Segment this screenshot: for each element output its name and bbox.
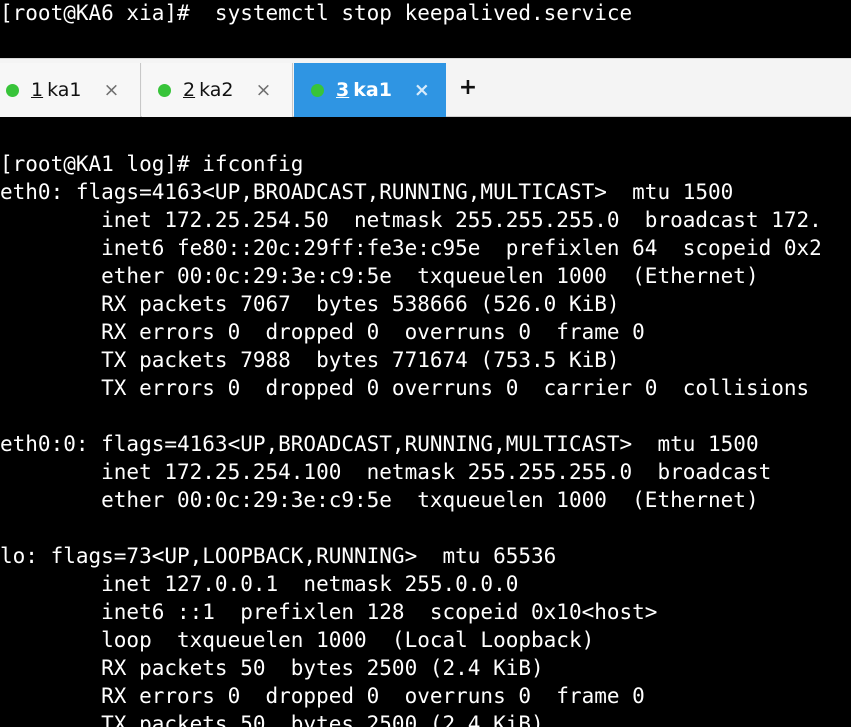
terminal-line: inet6 fe80::20c:29ff:fe3e:c95e prefixlen… bbox=[0, 236, 822, 260]
close-tab-icon[interactable]: × bbox=[414, 79, 430, 101]
terminal-line: eth0:0: flags=4163<UP,BROADCAST,RUNNING,… bbox=[0, 432, 759, 456]
session-tab-1[interactable]: 1 ka1 × bbox=[0, 63, 141, 117]
session-tab-3-active[interactable]: 3 ka1 × bbox=[294, 63, 446, 117]
terminal-line: inet 172.25.254.50 netmask 255.255.255.0… bbox=[0, 208, 822, 232]
terminal-line: RX packets 7067 bytes 538666 (526.0 KiB) bbox=[0, 292, 620, 316]
session-tab-label: ka1 bbox=[47, 79, 82, 101]
terminal-line: TX packets 7988 bytes 771674 (753.5 KiB) bbox=[0, 348, 620, 372]
connected-status-dot-icon bbox=[6, 83, 19, 97]
terminal-line: ether 00:0c:29:3e:c9:5e txqueuelen 1000 … bbox=[0, 488, 759, 512]
close-tab-icon[interactable]: × bbox=[256, 79, 272, 101]
background-terminal-prompt-line: [root@KA6 xia]# systemctl stop keepalive… bbox=[0, 1, 633, 25]
session-tab-label: ka2 bbox=[199, 79, 234, 101]
terminal-line: TX packets 50 bytes 2500 (2.4 KiB) bbox=[0, 712, 544, 727]
session-tab-2[interactable]: 2 ka2 × bbox=[142, 63, 293, 117]
terminal-line: lo: flags=73<UP,LOOPBACK,RUNNING> mtu 65… bbox=[0, 544, 557, 568]
terminal-line: inet 127.0.0.1 netmask 255.0.0.0 bbox=[0, 572, 519, 596]
terminal-output[interactable]: [root@KA1 log]# ifconfig eth0: flags=416… bbox=[0, 117, 851, 727]
close-tab-icon[interactable]: × bbox=[104, 79, 120, 101]
new-tab-button[interactable]: + bbox=[457, 71, 479, 105]
session-tab-bar: 1 ka1 × 2 ka2 × 3 ka1 × + bbox=[0, 58, 851, 117]
terminal-line: RX errors 0 dropped 0 overruns 0 frame 0 bbox=[0, 320, 645, 344]
session-tab-label: ka1 bbox=[353, 79, 392, 101]
terminal-line: [root@KA1 log]# ifconfig bbox=[0, 152, 304, 176]
terminal-line: loop txqueuelen 1000 (Local Loopback) bbox=[0, 628, 595, 652]
terminal-line: TX errors 0 dropped 0 overruns 0 carrier… bbox=[0, 376, 810, 400]
background-terminal: [root@KA6 xia]# systemctl stop keepalive… bbox=[0, 0, 851, 58]
terminal-line: ether 00:0c:29:3e:c9:5e txqueuelen 1000 … bbox=[0, 264, 759, 288]
connected-status-dot-icon bbox=[311, 83, 324, 97]
session-tab-number: 3 bbox=[336, 79, 350, 101]
terminal-line: RX errors 0 dropped 0 overruns 0 frame 0 bbox=[0, 684, 645, 708]
session-tab-number: 1 bbox=[31, 79, 44, 101]
connected-status-dot-icon bbox=[158, 83, 171, 97]
terminal-line: eth0: flags=4163<UP,BROADCAST,RUNNING,MU… bbox=[0, 180, 734, 204]
session-tab-number: 2 bbox=[183, 79, 196, 101]
terminal-line: RX packets 50 bytes 2500 (2.4 KiB) bbox=[0, 656, 544, 680]
terminal-line: inet 172.25.254.100 netmask 255.255.255.… bbox=[0, 460, 772, 484]
terminal-line: inet6 ::1 prefixlen 128 scopeid 0x10<hos… bbox=[0, 600, 658, 624]
